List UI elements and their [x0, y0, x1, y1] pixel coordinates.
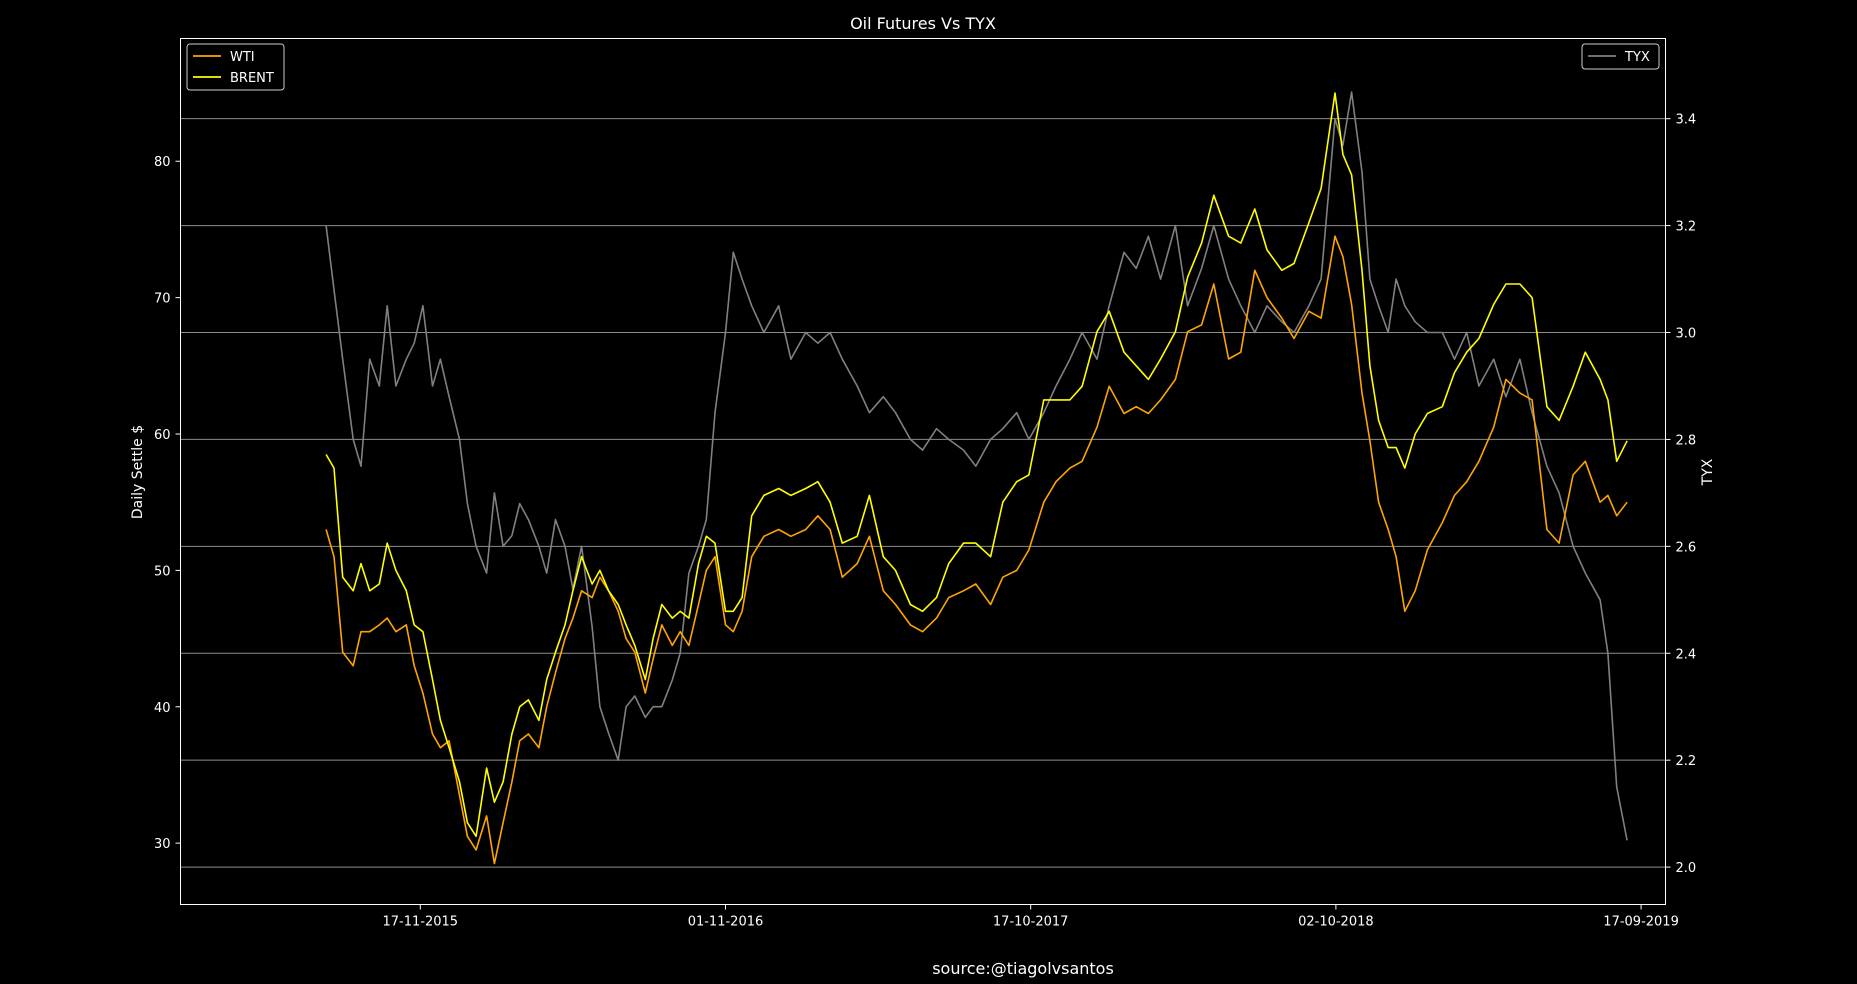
legend-brent-label: BRENT [230, 71, 274, 86]
right-tick-label-1: 2.2 [1676, 754, 1697, 769]
left-axis-label: Daily Settle $ [130, 425, 146, 519]
left-tick-label-2: 50 [154, 564, 171, 579]
left-tick-label-4: 70 [154, 292, 171, 307]
right-tick-label-2: 2.4 [1676, 647, 1697, 662]
legend-right: TYX [1581, 43, 1660, 70]
right-tick-label-6: 3.2 [1676, 220, 1697, 235]
legend-wti-label: WTI [230, 50, 255, 65]
left-tick-label-5: 80 [154, 155, 171, 170]
left-tick-label-3: 60 [154, 428, 171, 443]
legend-left: WTI BRENT [186, 43, 285, 91]
x-tick-label-3: 02-10-2018 [1298, 915, 1374, 930]
right-tick-label-4: 2.8 [1676, 433, 1697, 448]
x-tick-label-4: 17-09-2019 [1603, 915, 1679, 930]
right-tick-label-7: 3.4 [1676, 113, 1697, 128]
x-tick-label-0: 17-11-2015 [383, 915, 459, 930]
oil-futures-chart: Oil Futures Vs TYX 30 40 50 60 70 80 2.0 2.2 2.… [0, 0, 1857, 984]
legend-tyx-label: TYX [1624, 50, 1650, 65]
source-caption: source:@tiagolvsantos [932, 959, 1114, 978]
x-tick-label-2: 17-10-2017 [993, 915, 1069, 930]
right-tick-label-0: 2.0 [1676, 861, 1697, 876]
right-tick-label-5: 3.0 [1676, 327, 1697, 342]
left-tick-label-0: 30 [154, 837, 171, 852]
right-tick-label-3: 2.6 [1676, 540, 1697, 555]
left-tick-label-1: 40 [154, 701, 171, 716]
right-axis-label: TYX [1700, 458, 1716, 486]
chart-background [0, 0, 1857, 984]
chart-title: Oil Futures Vs TYX [850, 14, 996, 33]
x-tick-label-1: 01-11-2016 [688, 915, 764, 930]
